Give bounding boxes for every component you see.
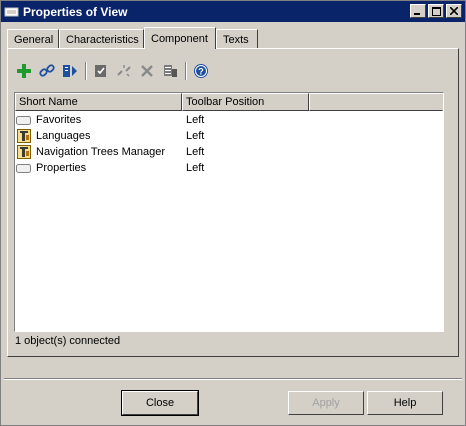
item-position: Left <box>186 162 205 174</box>
help-button[interactable]: Help <box>367 391 443 415</box>
minimize-button[interactable] <box>410 4 426 18</box>
link-icon <box>39 64 55 77</box>
status-text: 1 object(s) connected <box>15 335 121 347</box>
list-header: Short Name Toolbar Position <box>15 93 443 111</box>
unlink-icon <box>117 65 131 77</box>
list-item[interactable]: Properties Left <box>16 160 442 176</box>
component-icon <box>16 145 32 159</box>
connect-button[interactable] <box>36 60 58 82</box>
window-icon <box>4 5 20 19</box>
minimize-icon <box>414 13 420 15</box>
column-label: Toolbar Position <box>186 96 265 108</box>
window-title: Properties of View <box>23 4 128 19</box>
tab-texts[interactable]: Texts <box>216 29 258 49</box>
close-icon <box>450 7 458 15</box>
item-name: Favorites <box>36 114 82 126</box>
help-icon: ? <box>194 64 208 78</box>
components-list[interactable]: Short Name Toolbar Position Favorites Le… <box>14 92 444 332</box>
help-toolbar-button[interactable]: ? <box>190 60 212 82</box>
move-icon <box>63 65 77 77</box>
check-icon <box>95 65 106 77</box>
add-button[interactable] <box>13 60 35 82</box>
maximize-icon <box>431 6 441 16</box>
tab-component[interactable]: Component <box>144 27 216 49</box>
toolbar: ? <box>13 60 213 82</box>
column-toolbar-position[interactable]: Toolbar Position <box>182 93 309 111</box>
tab-label: Texts <box>223 33 249 46</box>
tab-characteristics[interactable]: Characteristics <box>59 29 144 49</box>
delete-icon <box>141 65 153 77</box>
tab-label: Characteristics <box>66 33 139 46</box>
blank-icon <box>16 161 32 175</box>
list-item[interactable]: Favorites Left <box>16 112 442 128</box>
tab-label: Component <box>151 32 208 45</box>
toolbar-separator <box>185 62 187 80</box>
blank-icon <box>16 113 32 127</box>
disconnect-button[interactable] <box>113 60 135 82</box>
maximize-button[interactable] <box>428 4 444 18</box>
check-button[interactable] <box>90 60 112 82</box>
item-name: Navigation Trees Manager <box>36 146 166 158</box>
list-item[interactable]: Navigation Trees Manager Left <box>16 144 442 160</box>
item-position: Left <box>186 114 205 126</box>
close-button[interactable]: Close <box>121 390 199 416</box>
list-icon <box>164 65 177 77</box>
column-filler <box>309 93 443 111</box>
column-short-name[interactable]: Short Name <box>15 93 182 111</box>
column-label: Short Name <box>19 96 78 108</box>
divider <box>4 378 462 380</box>
apply-button[interactable]: Apply <box>288 391 364 415</box>
list-button[interactable] <box>159 60 181 82</box>
list-item[interactable]: Languages Left <box>16 128 442 144</box>
item-name: Properties <box>36 162 87 174</box>
tab-label: General <box>14 33 54 46</box>
add-icon <box>17 64 31 78</box>
move-button[interactable] <box>59 60 81 82</box>
tab-strip: General Characteristics Component Texts <box>7 27 258 49</box>
component-icon <box>16 129 32 143</box>
item-position: Left <box>186 130 205 142</box>
delete-button[interactable] <box>136 60 158 82</box>
item-name: Languages <box>36 130 91 142</box>
tab-general[interactable]: General <box>7 29 59 49</box>
item-position: Left <box>186 146 205 158</box>
properties-dialog: Properties of View General Characteristi… <box>0 0 466 426</box>
close-window-button[interactable] <box>446 4 462 18</box>
title-bar[interactable]: Properties of View <box>1 1 465 22</box>
svg-text:?: ? <box>198 67 204 77</box>
toolbar-separator <box>85 62 87 80</box>
